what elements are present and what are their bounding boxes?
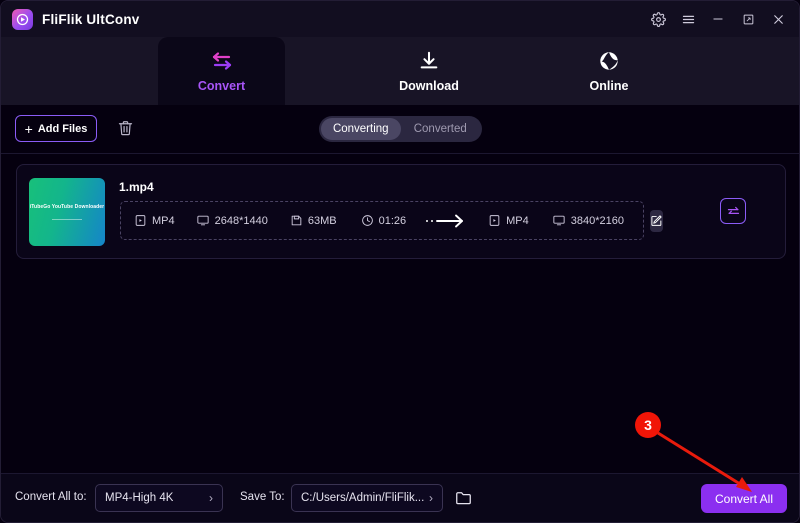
save-path-dropdown[interactable]: C:/Users/Admin/FliFlik... › — [291, 484, 443, 512]
edit-pencil-icon[interactable] — [650, 210, 663, 232]
app-title: FliFlik UltConv — [42, 12, 140, 27]
add-files-label: Add Files — [38, 123, 88, 135]
gear-icon[interactable] — [643, 1, 673, 37]
add-files-button[interactable]: + Add Files — [15, 115, 97, 142]
source-filesize-label: 63MB — [308, 215, 337, 227]
source-filesize: 63MB — [290, 214, 337, 227]
download-icon — [418, 50, 440, 72]
segment-converting[interactable]: Converting — [321, 118, 401, 140]
tab-gap — [285, 37, 339, 105]
maximize-icon[interactable] — [733, 1, 763, 37]
file-list-item[interactable]: iTubeGo YouTube Downloader 1.mp4 MP4 — [16, 164, 786, 259]
bottom-bar: Convert All to: MP4-High 4K › Save To: C… — [1, 473, 800, 522]
tabstrip-spacer — [1, 37, 158, 105]
target-resolution-label: 3840*2160 — [571, 215, 624, 227]
chevron-right-icon: › — [429, 492, 433, 504]
thumbnail-caption: iTubeGo YouTube Downloader — [30, 204, 104, 210]
folder-icon[interactable] — [452, 486, 474, 510]
source-duration-label: 01:26 — [379, 215, 407, 227]
tab-convert-label: Convert — [198, 79, 245, 93]
segment-converted[interactable]: Converted — [401, 118, 481, 140]
tab-download-label: Download — [399, 79, 459, 93]
conversion-arrow-icon — [426, 213, 466, 229]
minimize-icon[interactable] — [703, 1, 733, 37]
trash-icon[interactable] — [114, 116, 136, 140]
fliflik-logo-icon — [12, 9, 33, 30]
convert-all-button[interactable]: Convert All — [701, 484, 787, 513]
convert-all-to-label: Convert All to: — [15, 491, 87, 503]
chevron-right-icon: › — [209, 492, 213, 504]
output-format-value: MP4-High 4K — [105, 492, 173, 504]
hamburger-icon[interactable] — [673, 1, 703, 37]
file-list-area: iTubeGo YouTube Downloader 1.mp4 MP4 — [1, 153, 800, 475]
tab-online-label: Online — [590, 79, 629, 93]
arrow-dot — [426, 220, 428, 222]
video-thumbnail: iTubeGo YouTube Downloader — [29, 178, 105, 246]
thumbnail-underline — [52, 219, 82, 220]
save-path-value: C:/Users/Admin/FliFlik... — [301, 492, 424, 504]
plus-icon: + — [25, 122, 33, 136]
window-controls — [643, 1, 800, 37]
tab-convert[interactable]: Convert — [158, 37, 285, 105]
output-format-dropdown[interactable]: MP4-High 4K › — [95, 484, 223, 512]
target-format-label: MP4 — [506, 215, 529, 227]
tab-online[interactable]: Online — [519, 37, 699, 105]
swap-arrows-icon[interactable] — [720, 198, 746, 224]
file-name: 1.mp4 — [119, 180, 154, 194]
source-duration: 01:26 — [361, 214, 407, 227]
close-icon[interactable] — [763, 1, 793, 37]
step-number-badge: 3 — [635, 412, 661, 438]
save-to-label: Save To: — [240, 491, 285, 503]
source-format-label: MP4 — [152, 215, 175, 227]
title-bar: FliFlik UltConv — [1, 1, 800, 37]
source-resolution: 2648*1440 — [196, 214, 268, 227]
globe-icon — [598, 50, 620, 72]
source-resolution-label: 2648*1440 — [215, 215, 268, 227]
tab-download[interactable]: Download — [339, 37, 519, 105]
status-filter-segmented-control: Converting Converted — [319, 116, 482, 142]
target-resolution: 3840*2160 — [552, 214, 624, 227]
convert-arrows-icon — [209, 50, 235, 72]
target-format: MP4 — [488, 214, 529, 227]
main-tab-bar: Convert Download Online — [1, 37, 800, 105]
arrow-dot — [431, 220, 433, 222]
file-conversion-meta: MP4 2648*1440 63MB — [120, 201, 644, 240]
app-window: FliFlik UltConv — [0, 0, 800, 523]
source-format: MP4 — [134, 214, 175, 227]
